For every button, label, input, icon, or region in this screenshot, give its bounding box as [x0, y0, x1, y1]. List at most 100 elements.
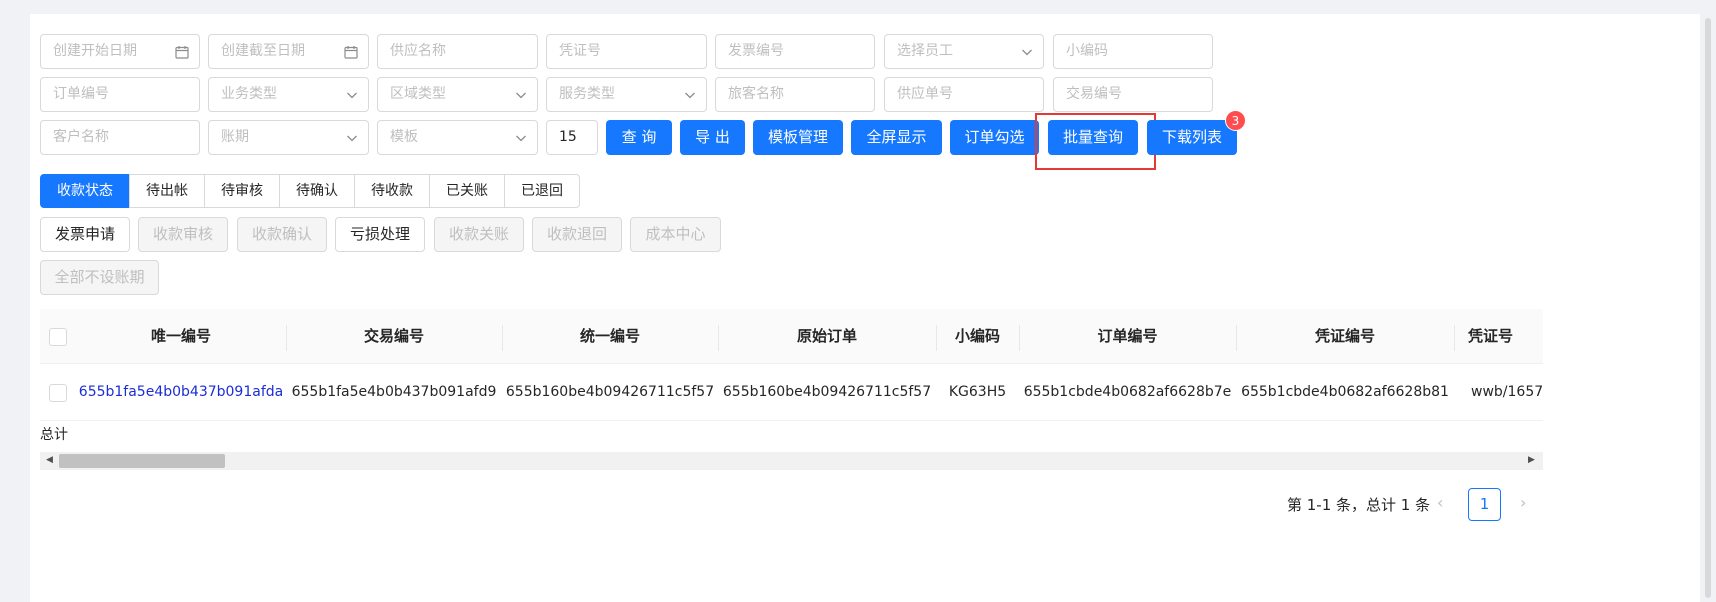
created-start-date-placeholder: 创建开始日期: [53, 43, 137, 59]
batch-query-highlight: [1035, 113, 1156, 170]
billing-period-select[interactable]: 账期: [208, 120, 369, 155]
voucher-no-placeholder: 凭证号: [559, 43, 601, 59]
col-voucher-code: 凭证编号: [1314, 327, 1375, 345]
table-header: 唯一编号 交易编号 统一编号 原始订单 小编码 订单编号 凭证编号 凭证号: [40, 309, 1543, 364]
select-all-checkbox[interactable]: [49, 328, 67, 346]
chevron-down-icon: [1022, 49, 1032, 56]
receipt-close-button[interactable]: 收款关账: [434, 217, 524, 252]
tab-pending-billing[interactable]: 待出帐: [129, 174, 205, 208]
order-no-placeholder: 订单编号: [53, 86, 109, 102]
cell-voucher-code: 655b1cbde4b0682af6628b81: [1241, 384, 1449, 400]
supplier-order-no-placeholder: 供应单号: [897, 86, 953, 102]
row-checkbox[interactable]: [49, 384, 67, 402]
col-order-no: 订单编号: [1097, 327, 1158, 345]
tab-pending-receipt[interactable]: 待收款: [354, 174, 430, 208]
scroll-right-arrow-icon[interactable]: ▶: [1528, 455, 1535, 465]
download-count-badge: 3: [1225, 110, 1246, 131]
col-original-order: 原始订单: [796, 327, 857, 345]
no-period-all-button[interactable]: 全部不设账期: [40, 260, 159, 295]
invoice-apply-button[interactable]: 发票申请: [40, 217, 130, 252]
cell-short-code: KG63H5: [948, 384, 1007, 400]
calendar-icon: [344, 46, 358, 59]
vertical-scrollbar-thumb[interactable]: [1705, 18, 1711, 598]
chevron-down-icon: [516, 92, 526, 99]
page-size-value: 15: [559, 129, 577, 145]
download-list-button[interactable]: 下载列表: [1147, 120, 1237, 155]
business-type-select[interactable]: 业务类型: [208, 77, 369, 112]
page: 创建开始日期 创建截至日期 供应名称 凭证号 发票编号 选择员工 小编码 订单编…: [0, 0, 1716, 602]
short-code-placeholder: 小编码: [1066, 43, 1108, 59]
loss-handle-button[interactable]: 亏损处理: [335, 217, 425, 252]
vertical-scrollbar[interactable]: [1700, 14, 1716, 602]
order-no-input[interactable]: 订单编号: [40, 77, 200, 112]
template-select[interactable]: 模板: [377, 120, 538, 155]
invoice-no-input[interactable]: 发票编号: [715, 34, 875, 69]
calendar-icon: [175, 46, 189, 59]
tab-pending-review[interactable]: 待审核: [204, 174, 280, 208]
business-type-placeholder: 业务类型: [221, 86, 277, 102]
passenger-name-placeholder: 旅客名称: [728, 86, 784, 102]
cost-center-button[interactable]: 成本中心: [630, 217, 721, 252]
passenger-name-input[interactable]: 旅客名称: [715, 77, 875, 112]
horizontal-scrollbar[interactable]: ◀ ▶: [40, 452, 1543, 470]
tab-receipt-status[interactable]: 收款状态: [40, 174, 130, 208]
service-type-placeholder: 服务类型: [559, 86, 615, 102]
region-type-select[interactable]: 区域类型: [377, 77, 538, 112]
created-end-date-placeholder: 创建截至日期: [221, 43, 305, 59]
customer-name-input[interactable]: 客户名称: [40, 120, 200, 155]
tab-pending-confirm[interactable]: 待确认: [279, 174, 355, 208]
receipt-return-button[interactable]: 收款退回: [532, 217, 622, 252]
col-short-code: 小编码: [954, 327, 1000, 345]
customer-name-placeholder: 客户名称: [53, 129, 109, 145]
fullscreen-button[interactable]: 全屏显示: [851, 120, 942, 155]
invoice-no-placeholder: 发票编号: [728, 43, 784, 59]
tab-returned[interactable]: 已退回: [504, 174, 580, 208]
next-page-icon[interactable]: ›: [1520, 493, 1526, 512]
chevron-down-icon: [685, 92, 695, 99]
transaction-no-input[interactable]: 交易编号: [1053, 77, 1213, 112]
export-button[interactable]: 导 出: [680, 120, 745, 155]
order-select-button[interactable]: 订单勾选: [950, 120, 1039, 155]
pagination-summary: 第 1-1 条，总计 1 条: [1287, 496, 1431, 514]
employee-select[interactable]: 选择员工: [884, 34, 1044, 69]
chevron-down-icon: [347, 92, 357, 99]
supplier-name-input[interactable]: 供应名称: [377, 34, 538, 69]
total-label: 总计: [40, 427, 68, 443]
page-size-input[interactable]: 15: [546, 120, 598, 155]
billing-period-placeholder: 账期: [221, 129, 249, 145]
receipt-confirm-button[interactable]: 收款确认: [237, 217, 327, 252]
cell-transaction-no: 655b1fa5e4b0b437b091afd9: [291, 384, 497, 400]
prev-page-icon[interactable]: ‹: [1437, 493, 1443, 512]
created-start-date-picker[interactable]: 创建开始日期: [40, 34, 200, 69]
horizontal-scrollbar-thumb[interactable]: [59, 454, 225, 468]
chevron-down-icon: [516, 135, 526, 142]
supplier-name-placeholder: 供应名称: [390, 43, 446, 59]
scroll-left-arrow-icon[interactable]: ◀: [46, 455, 53, 465]
short-code-input[interactable]: 小编码: [1053, 34, 1213, 69]
table-row[interactable]: 655b1fa5e4b0b437b091afda 655b1fa5e4b0b43…: [40, 364, 1543, 421]
col-unique-no: 唯一编号: [150, 327, 211, 345]
col-voucher-no: 凭证号: [1468, 327, 1514, 345]
tab-closed[interactable]: 已关账: [429, 174, 505, 208]
supplier-order-no-input[interactable]: 供应单号: [884, 77, 1044, 112]
col-transaction-no: 交易编号: [363, 327, 424, 345]
page-1-button[interactable]: 1: [1468, 488, 1501, 521]
employee-placeholder: 选择员工: [897, 43, 953, 59]
cell-order-no: 655b1cbde4b0682af6628b7e: [1023, 384, 1232, 400]
created-end-date-picker[interactable]: 创建截至日期: [208, 34, 369, 69]
chevron-down-icon: [347, 135, 357, 142]
region-type-placeholder: 区域类型: [390, 86, 446, 102]
receipt-review-button[interactable]: 收款审核: [138, 217, 228, 252]
service-type-select[interactable]: 服务类型: [546, 77, 707, 112]
cell-voucher-no: wwb/1657: [1471, 384, 1543, 400]
cell-unified-no: 655b160be4b09426711c5f57: [505, 384, 715, 400]
query-button[interactable]: 查 询: [606, 120, 672, 155]
cell-unique-no-link[interactable]: 655b1fa5e4b0b437b091afda: [78, 364, 284, 421]
cell-original-order: 655b160be4b09426711c5f57: [722, 384, 932, 400]
transaction-no-placeholder: 交易编号: [1066, 86, 1122, 102]
voucher-no-input[interactable]: 凭证号: [546, 34, 707, 69]
template-manage-button[interactable]: 模板管理: [753, 120, 843, 155]
status-tabs: 收款状态 待出帐 待审核 待确认 待收款 已关账 已退回: [40, 174, 580, 208]
template-placeholder: 模板: [390, 129, 418, 145]
col-unified-no: 统一编号: [579, 327, 640, 345]
